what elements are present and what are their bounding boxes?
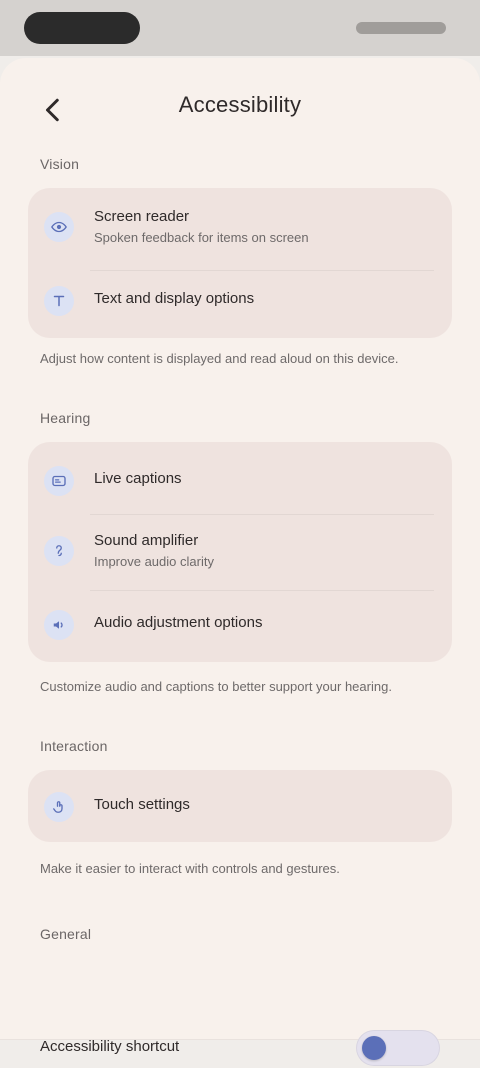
setting-primary: Touch settings bbox=[94, 796, 190, 813]
setting-text: Live captions bbox=[94, 470, 434, 492]
setting-text: Sound amplifier Improve audio clarity bbox=[94, 532, 434, 570]
setting-row-screen-reader[interactable]: Screen reader Spoken feedback for items … bbox=[28, 198, 452, 254]
section-footnote-vision: Adjust how content is displayed and read… bbox=[40, 351, 399, 366]
touch-icon bbox=[44, 792, 74, 822]
setting-row-sound-amplifier[interactable]: Sound amplifier Improve audio clarity bbox=[28, 522, 452, 578]
shortcut-toggle[interactable] bbox=[356, 1030, 440, 1066]
setting-secondary: Spoken feedback for items on screen bbox=[94, 230, 309, 245]
setting-primary: Sound amplifier bbox=[94, 532, 199, 549]
section-label-interaction: Interaction bbox=[40, 738, 108, 754]
hearing-icon bbox=[44, 536, 74, 566]
card-vision: Screen reader Spoken feedback for items … bbox=[28, 188, 452, 338]
setting-row-audio-adjustment[interactable]: Audio adjustment options bbox=[28, 596, 452, 652]
setting-primary: Text and display options bbox=[94, 290, 255, 307]
divider bbox=[90, 270, 434, 271]
divider bbox=[90, 514, 434, 515]
section-label-hearing: Hearing bbox=[40, 410, 91, 426]
page-title: Accessibility bbox=[178, 92, 302, 117]
status-pill bbox=[24, 12, 140, 44]
setting-row-touch-settings[interactable]: Touch settings bbox=[28, 778, 452, 834]
captions-icon bbox=[44, 466, 74, 496]
setting-row-text-display[interactable]: Text and display options bbox=[28, 272, 452, 328]
app-bar: Accessibility bbox=[0, 82, 480, 138]
settings-sheet: Accessibility Vision Screen reader Spoke… bbox=[0, 58, 480, 1066]
setting-text: Text and display options bbox=[94, 290, 434, 312]
status-bar bbox=[0, 0, 480, 56]
shortcut-row[interactable]: Accessibility shortcut bbox=[40, 1028, 440, 1068]
section-footnote-hearing: Customize audio and captions to better s… bbox=[40, 679, 392, 694]
setting-text: Screen reader Spoken feedback for items … bbox=[94, 208, 434, 246]
section-footnote-interaction: Make it easier to interact with controls… bbox=[40, 861, 340, 876]
setting-primary: Live captions bbox=[94, 470, 182, 487]
section-label-vision: Vision bbox=[40, 156, 80, 172]
divider bbox=[90, 590, 434, 591]
card-hearing: Live captions Sound amplifier Improve au… bbox=[28, 442, 452, 662]
card-interaction: Touch settings bbox=[28, 770, 452, 842]
section-label-general: General bbox=[40, 926, 92, 942]
setting-text: Touch settings bbox=[94, 796, 434, 818]
setting-row-live-captions[interactable]: Live captions bbox=[28, 452, 452, 508]
setting-primary: Screen reader bbox=[94, 208, 190, 225]
setting-primary: Audio adjustment options bbox=[94, 614, 263, 631]
text-icon bbox=[44, 286, 74, 316]
eye-icon bbox=[44, 212, 74, 242]
status-icons bbox=[356, 22, 446, 34]
volume-icon bbox=[44, 610, 74, 640]
setting-secondary: Improve audio clarity bbox=[94, 554, 214, 569]
shortcut-label: Accessibility shortcut bbox=[40, 1038, 180, 1055]
setting-text: Audio adjustment options bbox=[94, 614, 434, 636]
